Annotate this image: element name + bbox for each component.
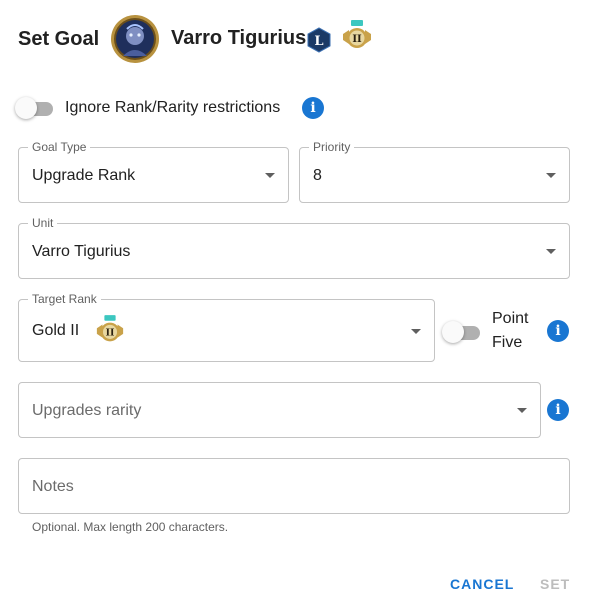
cancel-button[interactable]: CANCEL [450,576,514,592]
info-icon[interactable]: i [547,399,569,421]
upgrades-rarity-select[interactable]: Upgrades rarity [18,382,541,438]
unit-select[interactable]: Unit Varro Tigurius [18,216,570,279]
set-button[interactable]: SET [540,576,570,592]
info-icon[interactable]: i [302,97,324,119]
target-rank-label: Target Rank [28,292,101,306]
priority-select[interactable]: Priority 8 [299,140,570,203]
faction-badge-icon: L [307,27,331,53]
point-five-label-line2: Five [492,334,523,351]
unit-avatar [111,15,159,63]
point-five-toggle[interactable] [442,321,480,343]
chevron-down-icon [546,249,556,254]
faction-badge-letter: L [314,34,323,49]
toggle-thumb [15,97,37,119]
priority-value: 8 [313,167,322,184]
notes-helper-text: Optional. Max length 200 characters. [32,520,229,534]
goal-type-value: Upgrade Rank [32,167,136,184]
rank-badge-icon: II [96,315,124,342]
chevron-down-icon [546,173,556,178]
toggle-thumb [442,321,464,343]
upgrades-rarity-placeholder: Upgrades rarity [32,402,142,419]
ignore-restrictions-label: Ignore Rank/Rarity restrictions [65,99,281,116]
chevron-down-icon [411,329,421,334]
dialog-header: Set Goal [18,14,99,64]
rank-badge-icon: II [343,20,371,48]
unit-name: Varro Tigurius [171,27,307,49]
point-five-label-line1: Point [492,310,529,327]
chevron-down-icon [517,408,527,413]
chevron-down-icon [265,173,275,178]
notes-placeholder: Notes [32,478,74,495]
target-rank-select[interactable]: Target Rank Gold II II [18,292,435,362]
goal-type-select[interactable]: Goal Type Upgrade Rank [18,140,289,203]
unit-value: Varro Tigurius [32,243,131,260]
target-rank-value: Gold II [32,322,80,339]
info-icon[interactable]: i [547,320,569,342]
notes-field[interactable]: Notes [18,458,570,514]
priority-label: Priority [309,140,355,154]
target-rank-numeral: II [106,328,115,339]
unit-label: Unit [28,216,58,230]
goal-type-label: Goal Type [28,140,91,154]
rank-badge-numeral: II [352,34,362,45]
dialog-title: Set Goal [18,27,100,50]
ignore-restrictions-toggle[interactable] [15,97,53,119]
